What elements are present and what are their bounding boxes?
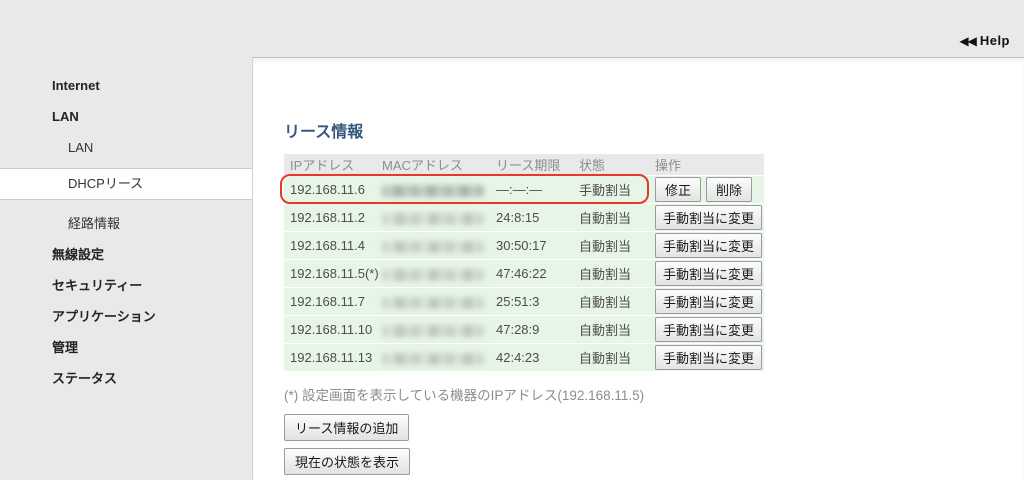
lease-table: IPアドレス MACアドレス リース期限 状態 操作 192.168.11.6 …	[284, 153, 764, 372]
mac-blurred	[382, 213, 484, 225]
sidebar-item-applications[interactable]: アプリケーション	[0, 301, 252, 332]
actions-cell: 手動割当に変更	[649, 260, 764, 287]
sidebar-menu: Internet LAN LAN DHCPリース 経路情報 無線設定 セキュリテ…	[0, 70, 252, 394]
actions-cell: 手動割当に変更	[649, 288, 764, 315]
mac-cell	[376, 232, 490, 259]
table-header-row: IPアドレス MACアドレス リース期限 状態 操作	[284, 154, 764, 175]
sidebar-item-internet[interactable]: Internet	[0, 70, 252, 101]
sidebar-item-route-info[interactable]: 経路情報	[0, 208, 252, 239]
ip-cell: 192.168.11.13	[284, 344, 376, 371]
change-to-manual-button[interactable]: 手動割当に変更	[655, 261, 762, 286]
ip-cell: 192.168.11.4	[284, 232, 376, 259]
help-link[interactable]: ◀◀ Help	[959, 33, 1010, 48]
status-cell: 手動割当	[573, 176, 649, 203]
table-row: 192.168.11.5(*) 47:46:22 自動割当 手動割当に変更	[284, 260, 764, 287]
mac-blurred	[382, 269, 484, 281]
sidebar-item-security[interactable]: セキュリティー	[0, 270, 252, 301]
header-mac: MACアドレス	[376, 154, 490, 175]
sidebar-item-admin[interactable]: 管理	[0, 332, 252, 363]
help-label: Help	[980, 33, 1010, 48]
footnote: (*) 設定画面を表示している機器のIPアドレス(192.168.11.5)	[284, 384, 1024, 404]
sidebar-item-status[interactable]: ステータス	[0, 363, 252, 394]
show-current-status-button[interactable]: 現在の状態を表示	[284, 448, 410, 475]
mac-cell	[376, 260, 490, 287]
change-to-manual-button[interactable]: 手動割当に変更	[655, 289, 762, 314]
lease-cell: 47:46:22	[490, 260, 573, 287]
status-cell: 自動割当	[573, 232, 649, 259]
actions-cell: 手動割当に変更	[649, 204, 764, 231]
change-to-manual-button[interactable]: 手動割当に変更	[655, 205, 762, 230]
actions-cell: 手動割当に変更	[649, 316, 764, 343]
lease-cell: 25:51:3	[490, 288, 573, 315]
sidebar-item-wireless[interactable]: 無線設定	[0, 239, 252, 270]
page-title: リース情報	[284, 118, 1024, 142]
mac-cell	[376, 204, 490, 231]
actions-cell: 手動割当に変更	[649, 344, 764, 371]
mac-blurred	[382, 353, 484, 365]
header-status: 状態	[573, 154, 649, 175]
status-cell: 自動割当	[573, 344, 649, 371]
change-to-manual-button[interactable]: 手動割当に変更	[655, 317, 762, 342]
header-lease: リース期限	[490, 154, 573, 175]
sidebar-item-lan-sub[interactable]: LAN	[0, 132, 252, 163]
lease-cell: —:—:—	[490, 176, 573, 203]
status-cell: 自動割当	[573, 288, 649, 315]
header-ip: IPアドレス	[284, 154, 376, 175]
table-row: 192.168.11.6 —:—:— 手動割当 修正削除	[284, 176, 764, 203]
delete-button[interactable]: 削除	[706, 177, 752, 202]
mac-blurred	[382, 297, 484, 309]
sidebar: Internet LAN LAN DHCPリース 経路情報 無線設定 セキュリテ…	[0, 0, 252, 480]
ip-cell: 192.168.11.5(*)	[284, 260, 376, 287]
sidebar-item-dhcp-lease[interactable]: DHCPリース	[0, 168, 252, 200]
mac-blurred	[382, 185, 484, 197]
table-row: 192.168.11.7 25:51:3 自動割当 手動割当に変更	[284, 288, 764, 315]
table-row: 192.168.11.4 30:50:17 自動割当 手動割当に変更	[284, 232, 764, 259]
actions-cell: 手動割当に変更	[649, 232, 764, 259]
status-cell: 自動割当	[573, 316, 649, 343]
edit-button[interactable]: 修正	[655, 177, 701, 202]
mac-cell	[376, 288, 490, 315]
sidebar-item-lan[interactable]: LAN	[0, 101, 252, 132]
content-panel: リース情報 IPアドレス MACアドレス リース期限 状態 操作	[252, 57, 1024, 480]
header-ops: 操作	[649, 154, 764, 175]
status-cell: 自動割当	[573, 204, 649, 231]
lease-cell: 42:4:23	[490, 344, 573, 371]
lease-cell: 47:28:9	[490, 316, 573, 343]
mac-cell	[376, 176, 490, 203]
status-cell: 自動割当	[573, 260, 649, 287]
mac-cell	[376, 316, 490, 343]
table-row: 192.168.11.13 42:4:23 自動割当 手動割当に変更	[284, 344, 764, 371]
change-to-manual-button[interactable]: 手動割当に変更	[655, 345, 762, 370]
lease-table-wrap: IPアドレス MACアドレス リース期限 状態 操作 192.168.11.6 …	[284, 153, 764, 372]
double-left-arrow-icon: ◀◀	[959, 34, 975, 48]
ip-cell: 192.168.11.6	[284, 176, 376, 203]
mac-cell	[376, 344, 490, 371]
ip-cell: 192.168.11.2	[284, 204, 376, 231]
add-lease-button[interactable]: リース情報の追加	[284, 414, 409, 441]
mac-blurred	[382, 241, 484, 253]
table-row: 192.168.11.10 47:28:9 自動割当 手動割当に変更	[284, 316, 764, 343]
lease-cell: 30:50:17	[490, 232, 573, 259]
lease-cell: 24:8:15	[490, 204, 573, 231]
change-to-manual-button[interactable]: 手動割当に変更	[655, 233, 762, 258]
ip-cell: 192.168.11.7	[284, 288, 376, 315]
mac-blurred	[382, 325, 484, 337]
ip-cell: 192.168.11.10	[284, 316, 376, 343]
actions-cell: 修正削除	[649, 176, 764, 203]
table-row: 192.168.11.2 24:8:15 自動割当 手動割当に変更	[284, 204, 764, 231]
